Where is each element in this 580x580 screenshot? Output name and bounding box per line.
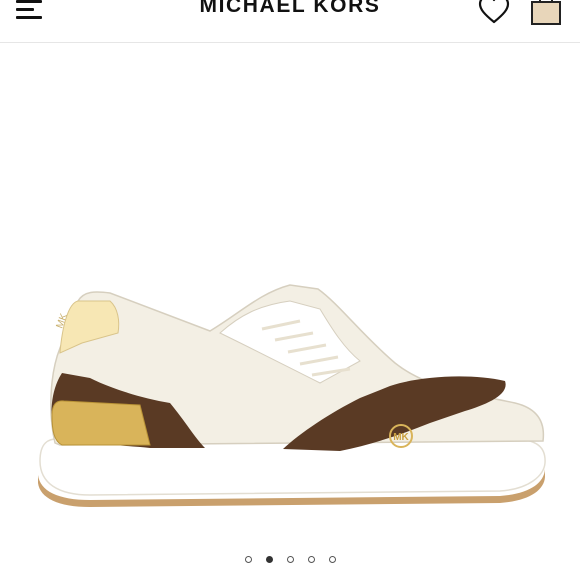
heart-icon [478, 0, 510, 24]
carousel-dot[interactable] [265, 556, 273, 563]
carousel-dot[interactable] [328, 556, 336, 563]
sneaker-product-image[interactable]: MK MK [0, 43, 580, 543]
carousel-dot[interactable] [286, 556, 294, 563]
shopping-bag-button[interactable] [530, 0, 562, 26]
top-navigation-bar: MICHAEL KORS [0, 0, 580, 43]
gold-heel-plate [51, 400, 151, 446]
shopping-bag-icon [531, 0, 561, 25]
wishlist-button[interactable] [478, 0, 510, 24]
carousel-dot[interactable] [244, 556, 252, 563]
image-carousel-dots [0, 556, 580, 568]
mk-badge-label: MK [393, 432, 409, 443]
carousel-dot[interactable] [307, 556, 315, 563]
